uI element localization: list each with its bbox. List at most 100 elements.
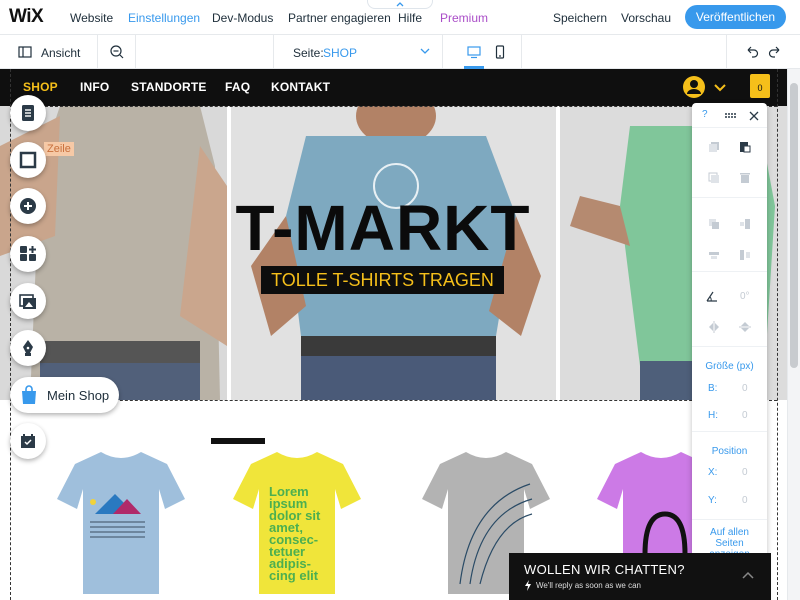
editor-top-bar: WiX Website Einstellungen Dev-Modus Part… [0,0,800,35]
preview-button[interactable]: Vorschau [621,11,671,25]
background-button[interactable] [10,142,46,178]
copy-icon [709,142,719,152]
selection-border-left [10,69,11,600]
selection-border-right [777,69,778,600]
editor-toolbar: Ansicht Seite: SHOP [0,35,800,69]
height-value[interactable]: 0 [742,410,748,421]
tshirt-print-line: cing elit [269,568,319,583]
site-canvas[interactable]: SHOP INFO STANDORTE FAQ KONTAKT 0 T-MARK… [0,69,787,600]
layout-view-icon[interactable] [17,44,33,60]
wix-logo[interactable]: WiX [9,6,44,28]
delete-icon [740,173,750,183]
strip-label: Zeile [44,142,74,156]
x-label: X: [708,467,718,478]
y-value[interactable]: 0 [742,495,748,506]
show-on-all-pages-label: Seiten [715,538,744,549]
selection-border-top [10,106,777,107]
toolbar-divider [97,35,98,69]
page-selector-label: Seite: [293,46,324,60]
cart-icon[interactable]: 0 [750,74,770,98]
publish-button[interactable]: Veröffentlichen [685,5,786,29]
site-nav-kontakt[interactable]: KONTAKT [271,80,330,94]
tshirt-image [57,452,185,594]
chevron-up-icon [396,2,404,7]
toolbar-divider [521,35,522,69]
scrollbar-thumb[interactable] [790,83,798,368]
paste-icon[interactable] [739,141,751,153]
toolbar-divider [726,35,727,69]
add-button[interactable] [10,188,46,224]
calendar-icon [21,434,35,448]
chat-subtitle: We'll reply as soon as we can [536,581,641,590]
blog-button[interactable] [10,330,46,366]
tshirt-print-text: Lorem ipsum dolor sit amet, consec- tetu… [269,485,339,583]
zoom-out-icon[interactable] [109,44,125,60]
flip-horizontal-icon [709,321,719,333]
width-label: B: [708,383,718,394]
chat-widget[interactable]: WOLLEN WIR CHATTEN? We'll reply as soon … [509,553,771,600]
bookings-button[interactable] [10,423,46,459]
pages-button[interactable] [10,95,46,131]
menu-dev-modus[interactable]: Dev-Modus [212,11,273,25]
user-account-icon[interactable] [683,76,705,98]
hero-subtitle[interactable]: TOLLE T-SHIRTS TRAGEN [261,266,504,294]
redo-icon[interactable] [767,44,783,60]
size-section-title: Größe (px) [705,361,754,372]
panel-divider [692,271,767,272]
show-on-all-pages-label: Auf allen [710,527,749,538]
menu-partner[interactable]: Partner engagieren [288,11,391,25]
add-apps-button[interactable] [10,236,46,272]
width-value[interactable]: 0 [742,383,748,394]
drag-handle-icon[interactable] [724,110,736,122]
rotate-angle-icon [706,291,717,302]
pages-icon [22,105,34,121]
selection-border-bottom [10,400,777,401]
chevron-down-icon [420,48,430,54]
site-nav-standorte[interactable]: STANDORTE [131,80,207,94]
layout-panel[interactable]: ? 0° Größe (px) B: 0 H: 0 Position X: 0 … [692,103,767,600]
chevron-up-icon[interactable] [742,571,754,579]
lightning-icon [525,580,531,591]
panel-divider [692,431,767,432]
duplicate-icon [708,172,719,183]
menu-hilfe[interactable]: Hilfe [398,11,422,25]
undo-icon[interactable] [744,44,760,60]
collapse-topbar-handle[interactable] [367,0,433,9]
desktop-view-icon[interactable] [466,44,482,60]
hero-title[interactable]: T-MARKT [198,196,568,260]
media-button[interactable] [10,283,46,319]
height-label: H: [708,410,718,421]
rotation-angle-value[interactable]: 0° [740,291,750,302]
product-card[interactable]: Lorem ipsum dolor sit amet, consec- tetu… [211,444,383,600]
site-nav-faq[interactable]: FAQ [225,80,250,94]
x-value[interactable]: 0 [742,467,748,478]
align-right-icon [740,219,750,229]
canvas-scrollbar[interactable] [787,69,800,600]
background-icon [19,151,37,169]
mobile-view-icon[interactable] [492,44,508,60]
menu-einstellungen[interactable]: Einstellungen [128,11,200,25]
close-icon[interactable] [748,110,760,122]
apps-icon [20,246,36,261]
hero-strip[interactable]: T-MARKT TOLLE T-SHIRTS TRAGEN Zeile [0,106,787,400]
product-card[interactable] [35,444,207,600]
site-header[interactable]: SHOP INFO STANDORTE FAQ KONTAKT 0 [0,69,787,106]
chat-title: WOLLEN WIR CHATTEN? [524,562,685,577]
distribute-icon [740,250,750,260]
align-center-icon [709,252,719,259]
panel-divider [692,346,767,347]
site-nav-info[interactable]: INFO [80,80,109,94]
y-label: Y: [708,495,717,506]
page-selector-value: SHOP [323,46,358,60]
save-button[interactable]: Speichern [553,11,607,25]
view-menu[interactable]: Ansicht [41,46,80,60]
panel-divider [692,127,767,128]
help-icon[interactable]: ? [702,109,708,120]
chevron-down-icon[interactable] [714,84,726,92]
my-shop-button[interactable]: Mein Shop [10,377,119,413]
site-nav-shop[interactable]: SHOP [23,80,58,94]
page-selector[interactable]: Seite: SHOP [274,35,442,69]
menu-premium[interactable]: Premium [440,11,488,25]
my-shop-label: Mein Shop [47,388,110,403]
menu-website[interactable]: Website [70,11,113,25]
